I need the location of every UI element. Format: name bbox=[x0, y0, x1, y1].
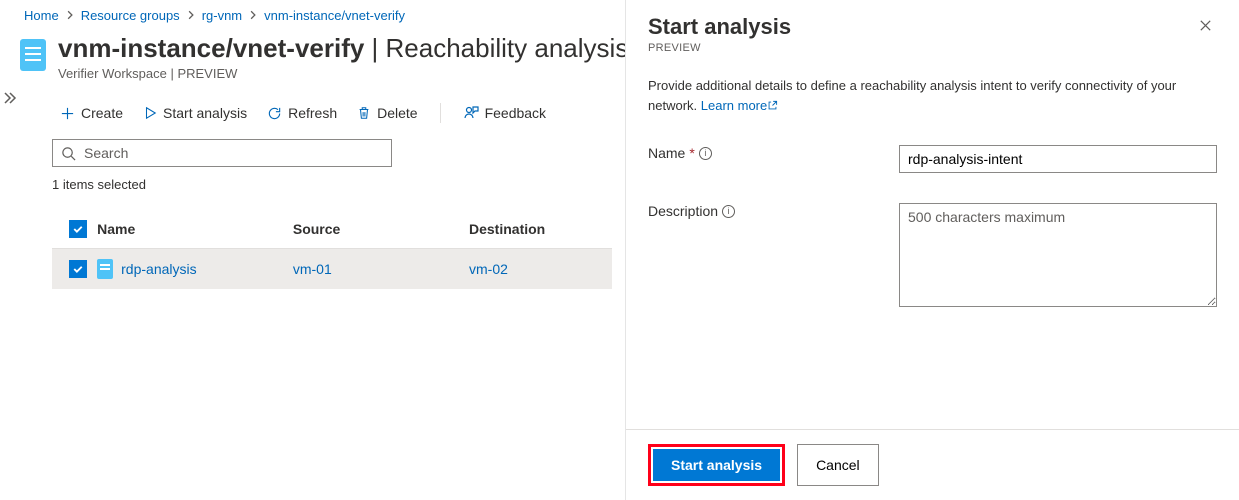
info-icon[interactable]: i bbox=[699, 147, 712, 160]
col-header-destination[interactable]: Destination bbox=[469, 221, 606, 237]
panel-subtitle: PREVIEW bbox=[648, 42, 791, 54]
name-label: Name * i bbox=[648, 145, 889, 161]
row-checkbox[interactable] bbox=[69, 260, 87, 278]
breadcrumb-resource[interactable]: vnm-instance/vnet-verify bbox=[264, 8, 405, 23]
breadcrumb-home[interactable]: Home bbox=[24, 8, 59, 23]
table-header: Name Source Destination bbox=[52, 210, 612, 249]
start-analysis-button[interactable]: Start analysis bbox=[135, 101, 255, 125]
refresh-button[interactable]: Refresh bbox=[259, 101, 345, 125]
cancel-button[interactable]: Cancel bbox=[797, 444, 879, 486]
chevron-right-icon bbox=[186, 8, 196, 23]
feedback-icon bbox=[463, 105, 479, 121]
toolbar-separator bbox=[440, 103, 441, 123]
description-input[interactable] bbox=[899, 203, 1217, 307]
check-icon bbox=[72, 223, 84, 235]
col-header-name[interactable]: Name bbox=[97, 221, 293, 237]
workspace-icon bbox=[20, 39, 46, 71]
page-title: vnm-instance/vnet-verify | Reachability … bbox=[58, 33, 628, 64]
play-icon bbox=[143, 106, 157, 120]
breadcrumb-resource-groups[interactable]: Resource groups bbox=[81, 8, 180, 23]
search-input[interactable] bbox=[82, 144, 383, 162]
panel-title: Start analysis bbox=[648, 14, 791, 40]
delete-button[interactable]: Delete bbox=[349, 101, 425, 125]
analysis-table: Name Source Destination rdp-analysis vm-… bbox=[52, 210, 612, 289]
create-button[interactable]: Create bbox=[52, 101, 131, 125]
learn-more-link[interactable]: Learn more bbox=[701, 98, 778, 113]
start-analysis-submit-button[interactable]: Start analysis bbox=[653, 449, 780, 481]
table-row[interactable]: rdp-analysis vm-01 vm-02 bbox=[52, 249, 612, 289]
breadcrumb-rg-name[interactable]: rg-vnm bbox=[202, 8, 242, 23]
start-analysis-panel: Start analysis PREVIEW Provide additiona… bbox=[625, 0, 1239, 500]
page-subtitle: Verifier Workspace | PREVIEW bbox=[58, 66, 628, 81]
row-source-link[interactable]: vm-01 bbox=[293, 261, 469, 277]
external-link-icon bbox=[767, 100, 778, 111]
col-header-source[interactable]: Source bbox=[293, 221, 469, 237]
row-destination-link[interactable]: vm-02 bbox=[469, 261, 606, 277]
name-input[interactable] bbox=[899, 145, 1217, 173]
panel-description: Provide additional details to define a r… bbox=[648, 76, 1217, 115]
expand-navigation-icon[interactable] bbox=[4, 90, 20, 106]
panel-footer: Start analysis Cancel bbox=[626, 429, 1239, 500]
required-indicator: * bbox=[689, 145, 694, 161]
close-button[interactable] bbox=[1194, 14, 1217, 40]
analysis-icon bbox=[97, 259, 113, 279]
description-label: Description i bbox=[648, 203, 889, 219]
trash-icon bbox=[357, 106, 371, 120]
refresh-icon bbox=[267, 106, 282, 121]
check-icon bbox=[72, 263, 84, 275]
chevron-right-icon bbox=[248, 8, 258, 23]
search-icon bbox=[61, 146, 76, 161]
chevron-right-icon bbox=[65, 8, 75, 23]
start-button-highlight: Start analysis bbox=[648, 444, 785, 486]
feedback-button[interactable]: Feedback bbox=[455, 101, 554, 125]
row-name-link[interactable]: rdp-analysis bbox=[121, 261, 196, 277]
info-icon[interactable]: i bbox=[722, 205, 735, 218]
select-all-checkbox[interactable] bbox=[69, 220, 87, 238]
plus-icon bbox=[60, 106, 75, 121]
close-icon bbox=[1198, 18, 1213, 33]
search-input-wrap[interactable] bbox=[52, 139, 392, 167]
